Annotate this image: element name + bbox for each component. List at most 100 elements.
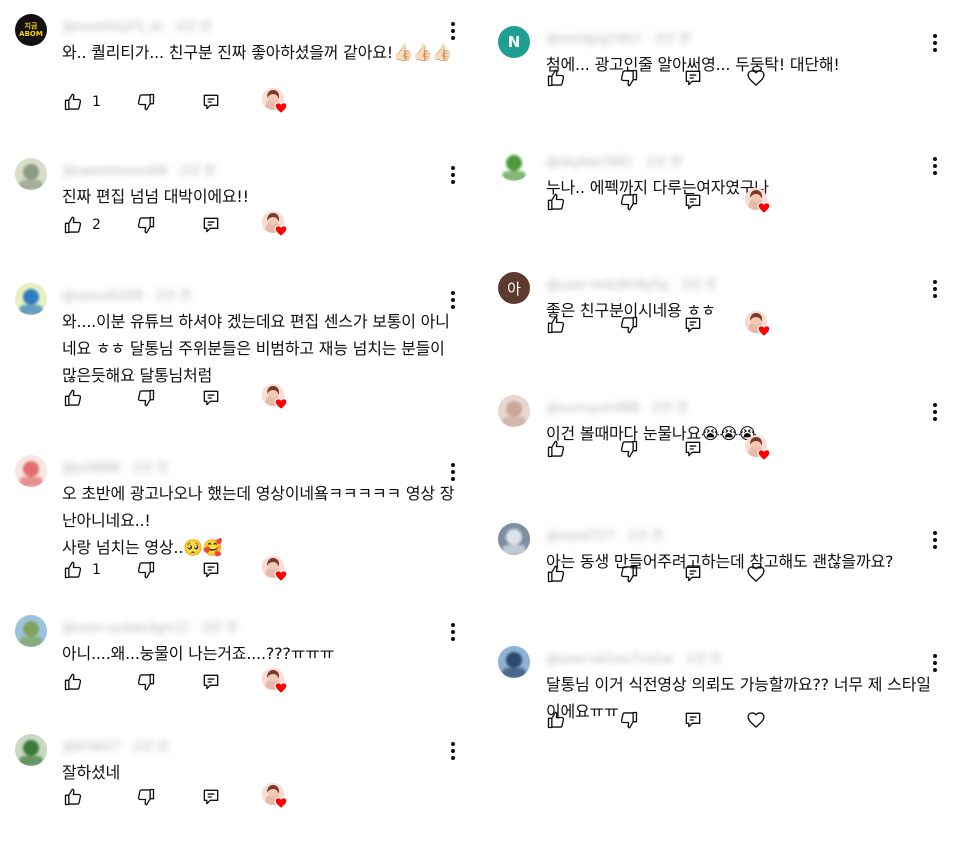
like-button[interactable]	[546, 562, 566, 586]
like-button[interactable]: 2	[63, 213, 101, 237]
dislike-button[interactable]	[619, 313, 639, 337]
thumbs-up-icon	[547, 565, 565, 583]
creator-heart-badge[interactable]	[745, 188, 773, 216]
avatar[interactable]	[498, 646, 530, 678]
reply-icon	[203, 94, 219, 110]
more-options-icon[interactable]	[926, 529, 944, 551]
creator-heart-badge[interactable]	[745, 311, 773, 339]
comment-author-meta[interactable]: @nerdpig7467 · 2년 전	[546, 28, 691, 47]
comment-author-meta[interactable]: @KYW27 · 2년 전	[62, 736, 169, 755]
reply-button[interactable]	[683, 66, 703, 90]
comment-author-meta[interactable]: @seoul0209 · 2년 전	[62, 285, 191, 304]
creator-heart-badge[interactable]	[262, 783, 290, 811]
reply-icon	[203, 217, 219, 233]
comment-actions	[483, 435, 966, 463]
comment-author-meta[interactable]: @user-zu4ab3gm1t · 2년 전	[62, 617, 238, 636]
heart-button[interactable]	[746, 562, 766, 586]
creator-heart-badge[interactable]	[262, 668, 290, 696]
dislike-button[interactable]	[619, 562, 639, 586]
reply-button[interactable]	[683, 313, 703, 337]
reply-button[interactable]	[201, 558, 221, 582]
more-options-icon[interactable]	[444, 289, 462, 311]
more-options-icon[interactable]	[444, 621, 462, 643]
more-options-icon[interactable]	[444, 164, 462, 186]
reply-button[interactable]	[683, 190, 703, 214]
avatar[interactable]	[498, 523, 530, 555]
comment-author-meta[interactable]: @user-te4z6h9y5q · 2년 전	[546, 274, 717, 293]
dislike-button[interactable]	[619, 437, 639, 461]
creator-heart-badge[interactable]	[262, 211, 290, 239]
more-options-icon[interactable]	[444, 461, 462, 483]
dislike-button[interactable]	[136, 386, 156, 410]
dislike-button[interactable]	[136, 785, 156, 809]
comment-actions: 1	[0, 88, 483, 116]
dislike-button[interactable]	[136, 670, 156, 694]
comment-author-meta[interactable]: @sunnyoh488 · 2년 전	[546, 397, 688, 416]
creator-heart-badge[interactable]	[262, 88, 290, 116]
dislike-button[interactable]	[136, 90, 156, 114]
reply-button[interactable]	[683, 708, 703, 732]
dislike-button[interactable]	[136, 213, 156, 237]
reply-icon	[203, 789, 219, 805]
reply-button[interactable]	[201, 213, 221, 237]
red-heart-icon	[274, 396, 288, 411]
comment-text: 아니....왜...눙물이 나는거죠....???ㅠㅠㅠ	[62, 644, 335, 663]
reply-button[interactable]	[201, 90, 221, 114]
comment-author-meta[interactable]: @monthlyFS_kt · 2년 전	[62, 16, 212, 35]
like-button[interactable]	[63, 785, 83, 809]
creator-heart-badge[interactable]	[262, 384, 290, 412]
more-options-icon[interactable]	[444, 740, 462, 762]
comment-author-meta[interactable]: @sweetmoon68 · 2년 전	[62, 160, 216, 179]
thumbs-down-icon	[620, 711, 638, 729]
heart-button[interactable]	[746, 66, 766, 90]
comment-author-meta[interactable]: @seed727 · 1년 전	[546, 525, 664, 544]
dislike-button[interactable]	[619, 708, 639, 732]
creator-heart-badge[interactable]	[745, 435, 773, 463]
like-button[interactable]	[546, 708, 566, 732]
avatar[interactable]	[15, 734, 47, 766]
avatar[interactable]: 아	[498, 272, 530, 304]
heart-button[interactable]	[746, 708, 766, 732]
avatar[interactable]	[498, 395, 530, 427]
reply-button[interactable]	[683, 562, 703, 586]
thumbs-down-icon	[137, 673, 155, 691]
comment-author-meta[interactable]: @user-xk1ou7ca1w · 1년 전	[546, 648, 722, 667]
dislike-button[interactable]	[136, 558, 156, 582]
avatar[interactable]	[15, 158, 47, 190]
like-button[interactable]	[63, 670, 83, 694]
reply-button[interactable]	[201, 386, 221, 410]
more-options-icon[interactable]	[926, 652, 944, 674]
more-options-icon[interactable]	[444, 20, 462, 42]
like-button[interactable]: 1	[63, 558, 101, 582]
more-options-icon[interactable]	[926, 32, 944, 54]
thumbs-down-icon	[620, 440, 638, 458]
thumbs-down-icon	[137, 389, 155, 407]
avatar[interactable]: 지금 ABOM	[15, 14, 47, 46]
reply-button[interactable]	[201, 785, 221, 809]
reply-button[interactable]	[683, 437, 703, 461]
reply-button[interactable]	[201, 670, 221, 694]
avatar[interactable]: N	[498, 26, 530, 58]
comment-author-meta[interactable]: @skylee7681 · 2년 전	[546, 151, 682, 170]
avatar[interactable]	[15, 615, 47, 647]
like-button[interactable]	[546, 313, 566, 337]
comment-author-meta[interactable]: @ju9898 · 2년 전	[62, 457, 169, 476]
like-button[interactable]: 1	[63, 90, 101, 114]
like-button[interactable]	[546, 66, 566, 90]
comment-text: 와....이분 유튜브 하셔야 겠는데요 편집 센스가 보통이 아니네요 ㅎㅎ …	[62, 312, 450, 385]
more-options-icon[interactable]	[926, 278, 944, 300]
dislike-button[interactable]	[619, 190, 639, 214]
more-options-icon[interactable]	[926, 401, 944, 423]
like-button[interactable]	[546, 190, 566, 214]
like-button[interactable]	[63, 386, 83, 410]
more-options-icon[interactable]	[926, 155, 944, 177]
like-button[interactable]	[546, 437, 566, 461]
thumbs-up-icon	[64, 389, 82, 407]
avatar[interactable]	[15, 283, 47, 315]
comment-item: @seoul0209 · 2년 전와....이분 유튜브 하셔야 겠는데요 편집…	[0, 283, 483, 411]
creator-heart-badge[interactable]	[262, 556, 290, 584]
dislike-button[interactable]	[619, 66, 639, 90]
thumbs-down-icon	[620, 316, 638, 334]
avatar[interactable]	[498, 149, 530, 181]
avatar[interactable]	[15, 455, 47, 487]
